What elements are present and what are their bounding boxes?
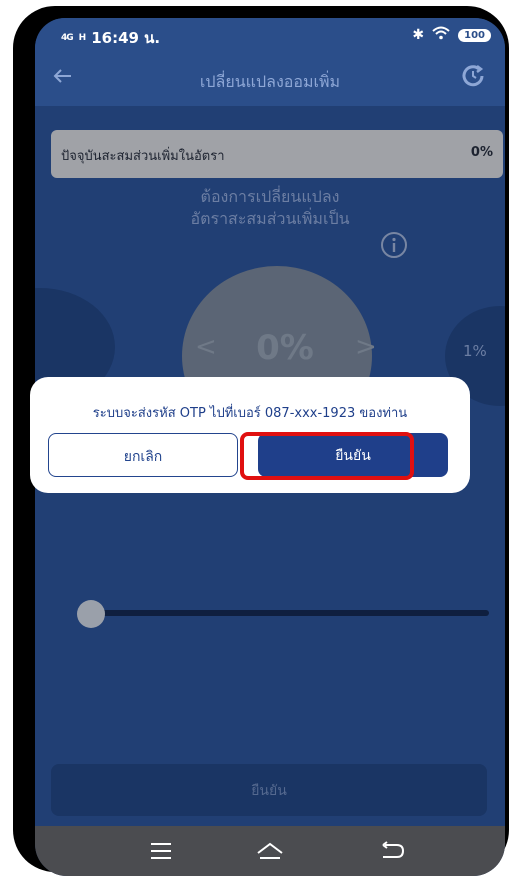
- network-indicator: 4G: [61, 33, 74, 43]
- refresh-icon[interactable]: [455, 58, 491, 94]
- current-rate-value: 0%: [470, 145, 493, 160]
- cancel-button[interactable]: ยกเลิก: [48, 433, 238, 477]
- instruction-text: ต้องการเปลี่ยนแปลง อัตราสะสมส่วนเพิ่มเป็…: [35, 186, 505, 230]
- rate-slider-track[interactable]: [81, 610, 489, 616]
- wifi-icon: [432, 26, 450, 44]
- network-indicator-2: H: [78, 33, 86, 43]
- cancel-button-label: ยกเลิก: [123, 449, 163, 465]
- rate-slider-thumb[interactable]: [77, 600, 105, 628]
- status-bar: 4G H 16:49 น. ✱ 100: [35, 18, 505, 52]
- instruction-line-2: อัตราสะสมส่วนเพิ่มเป็น: [190, 209, 350, 228]
- otp-message: ระบบจะส่งรหัส OTP ไปที่เบอร์ 087-xxx-192…: [92, 406, 408, 421]
- current-rate-bar: ปัจจุบันสะสมส่วนเพิ่มในอัตรา 0%: [51, 130, 503, 178]
- confirm-bottom-label: ยืนยัน: [251, 783, 287, 799]
- confirm-bottom-button[interactable]: ยืนยัน: [51, 764, 487, 816]
- selected-rate-value: 0%: [256, 328, 314, 368]
- system-nav-bar: [35, 826, 505, 876]
- chevron-right-icon[interactable]: >: [355, 332, 377, 362]
- app-header: เปลี่ยนแปลงออมเพิ่ม: [35, 52, 505, 106]
- next-option-value: 1%: [463, 342, 487, 360]
- back-nav-icon[interactable]: [373, 836, 413, 866]
- bluetooth-icon: ✱: [412, 27, 425, 43]
- instruction-line-1: ต้องการเปลี่ยนแปลง: [200, 187, 340, 206]
- status-time: 16:49 น.: [91, 29, 161, 47]
- page-title: เปลี่ยนแปลงออมเพิ่ม: [199, 72, 341, 91]
- home-icon[interactable]: [250, 836, 290, 866]
- info-icon[interactable]: [379, 230, 409, 260]
- battery-indicator: 100: [458, 28, 491, 42]
- status-left: 4G H 16:49 น.: [61, 26, 160, 50]
- chevron-left-icon[interactable]: <: [195, 332, 217, 362]
- menu-icon[interactable]: [141, 836, 181, 866]
- status-right: ✱ 100: [412, 26, 491, 44]
- highlight-box: [240, 432, 414, 480]
- current-rate-label: ปัจจุบันสะสมส่วนเพิ่มในอัตรา: [61, 149, 225, 164]
